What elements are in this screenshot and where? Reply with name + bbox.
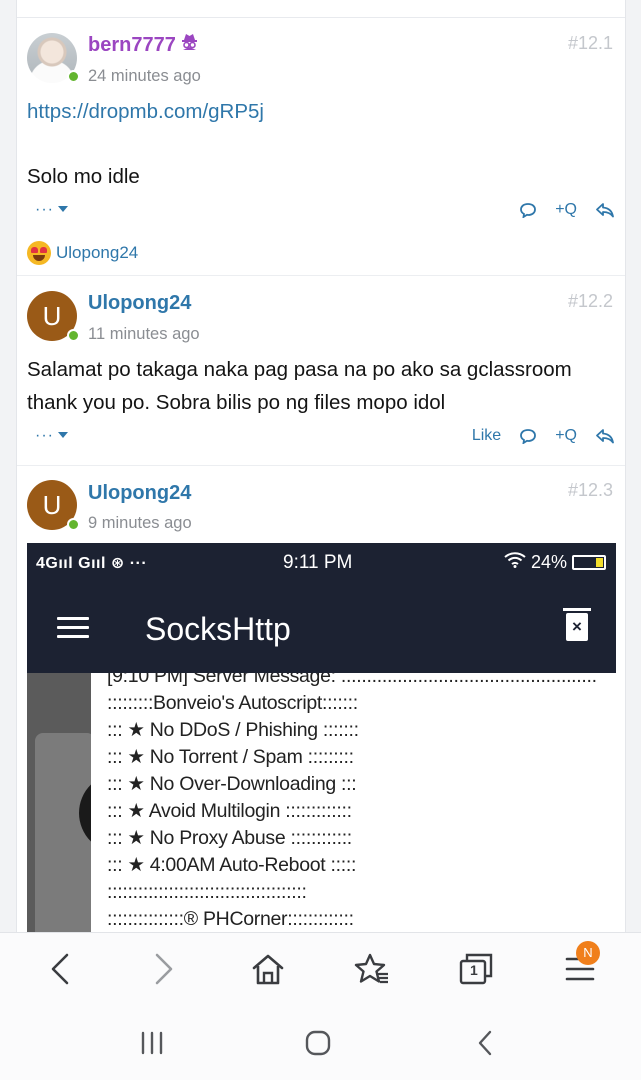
tabs-count: 1 (470, 962, 478, 978)
battery-icon (572, 555, 606, 570)
post-body-line: Salamat po takaga naka pag pasa na po ak… (27, 358, 572, 381)
online-indicator (67, 70, 80, 83)
reply-icon[interactable] (519, 202, 537, 218)
embedded-clock: 9:11 PM (283, 552, 353, 573)
menu-button[interactable]: N (560, 941, 600, 987)
tabs-button[interactable]: 1 (456, 951, 496, 987)
system-navigation-bar (0, 1004, 641, 1080)
reply-icon[interactable] (519, 428, 537, 444)
online-indicator (67, 329, 80, 342)
embedded-app-title: SocksHttp (145, 611, 291, 647)
more-options-button[interactable]: ··· (35, 427, 68, 445)
embedded-signal-status: 4Gııl Gııl ⊛ ··· (36, 555, 148, 572)
online-indicator (67, 518, 80, 531)
post-body-line: thank you po. Sobra bilis po ng files mo… (27, 391, 446, 414)
post-number[interactable]: #12.3 (568, 480, 613, 501)
post-actions: ··· Like +Q (17, 427, 625, 449)
forward-button[interactable] (144, 951, 184, 987)
notification-badge: N (576, 941, 600, 965)
post-time[interactable]: 11 minutes ago (88, 325, 200, 344)
home-icon[interactable] (248, 951, 288, 987)
post-username[interactable]: bern7777 (88, 33, 198, 57)
more-options-button[interactable]: ··· (35, 201, 68, 219)
embedded-status-right: 24% (504, 552, 606, 573)
post-username[interactable]: Ulopong24 (88, 482, 191, 505)
wifi-icon (504, 552, 526, 573)
browser-toolbar: 1 N (0, 932, 641, 1004)
thread-feed: bern7777 24 minutes ago #12.1 https://dr… (16, 0, 626, 932)
post-link[interactable]: https://dropmb.com/gRP5j (27, 96, 617, 128)
delete-icon: × (563, 608, 591, 641)
share-reply-icon[interactable] (595, 202, 615, 218)
post-time[interactable]: 9 minutes ago (88, 514, 192, 533)
reaction-user[interactable]: Ulopong24 (56, 243, 138, 263)
divider (17, 465, 625, 466)
like-button[interactable]: Like (472, 427, 501, 445)
back-button[interactable] (40, 951, 80, 987)
battery-percent: 24% (530, 552, 567, 572)
reaction-summary[interactable]: Ulopong24 (27, 241, 138, 265)
heart-eyes-emoji-icon (27, 241, 51, 265)
post-actions: ··· +Q (17, 201, 625, 223)
post-username[interactable]: Ulopong24 (88, 292, 191, 315)
home-navigation-button[interactable] (303, 1028, 333, 1058)
post-number[interactable]: #12.1 (568, 33, 613, 54)
post-body: Solo mo idle (27, 165, 140, 188)
embedded-log: [9:10 PM] Server Message: ..............… (91, 673, 616, 932)
post-number[interactable]: #12.2 (568, 291, 613, 312)
embedded-side-panel (27, 673, 119, 932)
embedded-app-bar: SocksHttp × (27, 583, 616, 673)
quote-button[interactable]: +Q (555, 201, 577, 219)
back-navigation-button[interactable] (474, 1028, 496, 1058)
divider (17, 275, 625, 276)
menu-icon (57, 617, 89, 644)
share-reply-icon[interactable] (595, 428, 615, 444)
quote-button[interactable]: +Q (555, 427, 577, 445)
recent-apps-button[interactable] (138, 1028, 166, 1058)
bookmarks-icon[interactable] (352, 951, 392, 987)
attached-screenshot[interactable]: 4Gııl Gııl ⊛ ··· 9:11 PM 24% SocksHttp × (27, 543, 616, 932)
embedded-status-bar: 4Gııl Gııl ⊛ ··· 9:11 PM 24% (27, 543, 616, 583)
post-time[interactable]: 24 minutes ago (88, 67, 201, 86)
spy-icon (181, 33, 198, 54)
divider (17, 17, 625, 18)
